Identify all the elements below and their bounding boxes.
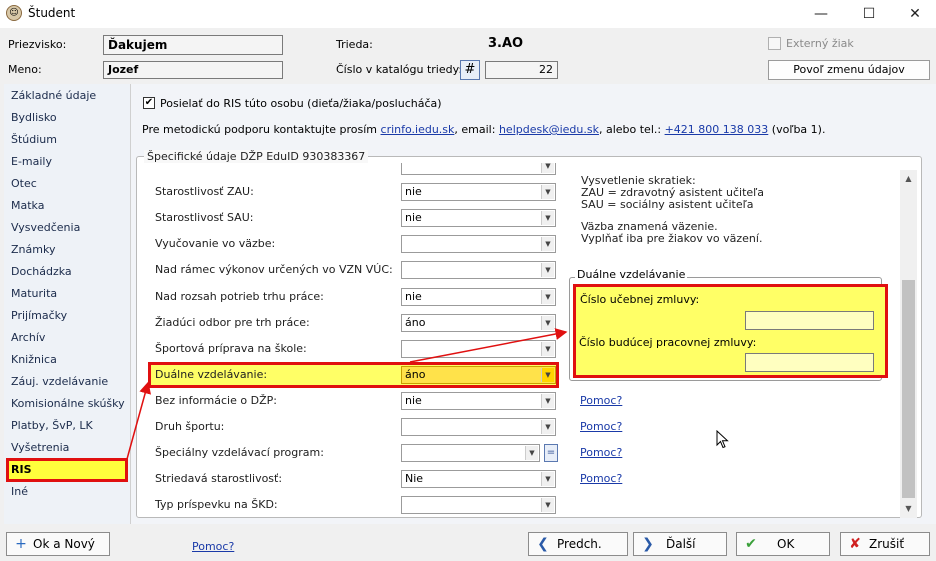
cancel-label: Zrušiť <box>869 537 905 551</box>
arrow-dual-to-group <box>409 328 568 363</box>
checkmark-icon: ✔ <box>745 536 757 552</box>
footer-help-link[interactable]: Pomoc? <box>192 540 234 553</box>
arrow-ris-to-dual <box>126 381 151 460</box>
chevron-right-icon: ❯ <box>642 536 654 552</box>
next-label: Ďalší <box>666 537 696 551</box>
ok-button[interactable]: ✔ OK <box>736 532 830 556</box>
plus-icon: + <box>15 536 27 552</box>
ok-new-label: Ok a Nový <box>33 537 95 551</box>
cancel-button[interactable]: ✘ Zrušiť <box>840 532 930 556</box>
cancel-icon: ✘ <box>849 536 861 552</box>
ok-label: OK <box>777 537 795 551</box>
prev-button[interactable]: ❮ Predch. <box>528 532 628 556</box>
next-button[interactable]: ❯ Ďalší <box>633 532 727 556</box>
ok-new-button[interactable]: + Ok a Nový <box>6 532 110 556</box>
prev-label: Predch. <box>557 537 602 551</box>
annotation-arrows <box>126 328 568 460</box>
chevron-left-icon: ❮ <box>537 536 549 552</box>
